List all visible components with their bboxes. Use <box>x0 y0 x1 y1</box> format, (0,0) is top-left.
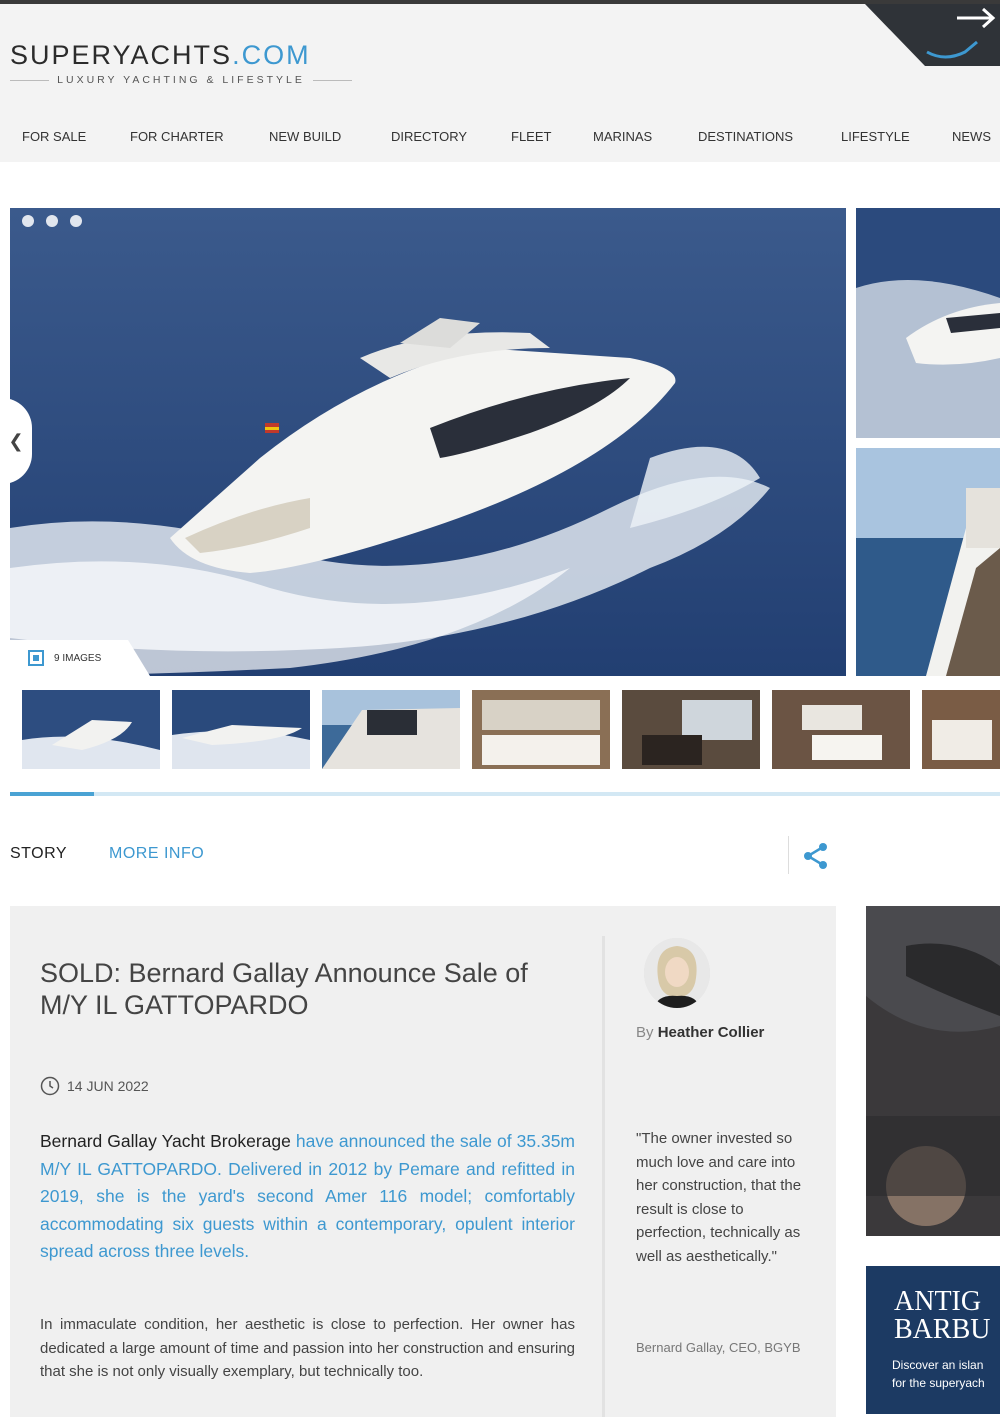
ad-brand-logo: ANTIG BARBU <box>894 1288 990 1344</box>
main-nav: FOR SALE FOR CHARTER NEW BUILD DIRECTORY… <box>0 129 1000 151</box>
tagline-rule <box>312 79 353 81</box>
article-date: 14 JUN 2022 <box>40 1076 149 1096</box>
tab-more-info[interactable]: MORE INFO <box>109 845 204 863</box>
clock-icon <box>40 1076 60 1096</box>
date-text: 14 JUN 2022 <box>67 1078 149 1094</box>
ad-banner-video[interactable] <box>866 906 1000 1236</box>
article-title: SOLD: Bernard Gallay Announce Sale of M/… <box>40 958 528 1020</box>
thumbnail[interactable] <box>622 690 760 769</box>
image-count-badge[interactable]: 9 IMAGES <box>10 640 150 676</box>
share-button[interactable] <box>803 842 829 875</box>
image-count-text: 9 IMAGES <box>54 652 102 664</box>
tab-divider <box>788 836 789 874</box>
side-photo-2[interactable] <box>856 448 1000 676</box>
gallery-icon <box>28 650 44 666</box>
thumbnail[interactable] <box>922 690 1000 769</box>
ad-brand-line: ANTIG <box>894 1286 982 1317</box>
nav-new-build[interactable]: NEW BUILD <box>269 129 341 144</box>
slide-dot[interactable] <box>22 215 34 227</box>
logo-text: SUPERYACHTS <box>10 40 233 70</box>
nav-for-sale[interactable]: FOR SALE <box>22 129 86 144</box>
tagline-text: LUXURY YACHTING & LIFESTYLE <box>57 74 305 86</box>
site-header: SUPERYACHTS.COM LUXURY YACHTING & LIFEST… <box>0 4 1000 162</box>
site-tagline: LUXURY YACHTING & LIFESTYLE <box>10 74 353 86</box>
thumbnail[interactable] <box>22 690 160 769</box>
thumbnail-strip <box>22 690 1000 770</box>
gallery-progress-fill <box>10 792 95 796</box>
slide-dots <box>22 215 82 227</box>
author-name[interactable]: Heather Collier <box>658 1024 765 1041</box>
tab-story[interactable]: STORY <box>10 845 67 863</box>
share-icon[interactable] <box>803 842 829 870</box>
ad-text: Discover an islan for the superyach <box>892 1356 985 1392</box>
author-byline: By Heather Collier <box>636 1024 764 1041</box>
side-photo-1[interactable] <box>856 208 1000 438</box>
pull-quote: "The owner invested so much love and car… <box>636 1130 802 1265</box>
thumbnail[interactable] <box>322 690 460 769</box>
nav-marinas[interactable]: MARINAS <box>593 129 652 144</box>
chevron-left-icon[interactable]: ❮ <box>8 431 23 452</box>
author-avatar[interactable] <box>644 938 710 1008</box>
ad-brand-line: BARBU <box>894 1314 991 1345</box>
ad-text-line: Discover an islan <box>892 1358 984 1372</box>
ad-banner-antigua[interactable]: ANTIG BARBU Discover an islan for the su… <box>866 1266 1000 1414</box>
gallery-progress-bar <box>10 792 1000 796</box>
thumbnail[interactable] <box>472 690 610 769</box>
column-divider <box>602 936 605 1417</box>
nav-destinations[interactable]: DESTINATIONS <box>698 129 793 144</box>
site-logo[interactable]: SUPERYACHTS.COM <box>10 40 311 71</box>
nav-directory[interactable]: DIRECTORY <box>391 129 467 144</box>
byline-prefix: By <box>636 1024 658 1041</box>
article-lead: Bernard Gallay Yacht Brokerage have anno… <box>40 1128 575 1266</box>
tagline-rule <box>10 79 50 81</box>
ad-text-line: for the superyach <box>892 1376 985 1390</box>
nav-news[interactable]: NEWS <box>952 129 991 144</box>
article-body: In immaculate condition, her aesthetic i… <box>40 1316 575 1380</box>
slide-dot[interactable] <box>70 215 82 227</box>
nav-for-charter[interactable]: FOR CHARTER <box>130 129 224 144</box>
lead-text: Bernard Gallay Yacht Brokerage <box>40 1131 296 1151</box>
thumbnail[interactable] <box>772 690 910 769</box>
menu-arrow-icon[interactable] <box>865 4 1000 66</box>
quote-attribution: Bernard Gallay, CEO, BGYB <box>636 1340 801 1355</box>
menu-corner[interactable] <box>865 4 1000 66</box>
nav-fleet[interactable]: FLEET <box>511 129 551 144</box>
slide-dot[interactable] <box>46 215 58 227</box>
main-gallery-photo[interactable] <box>10 208 846 676</box>
nav-lifestyle[interactable]: LIFESTYLE <box>841 129 910 144</box>
logo-domain: .COM <box>232 40 311 70</box>
thumbnail[interactable] <box>172 690 310 769</box>
